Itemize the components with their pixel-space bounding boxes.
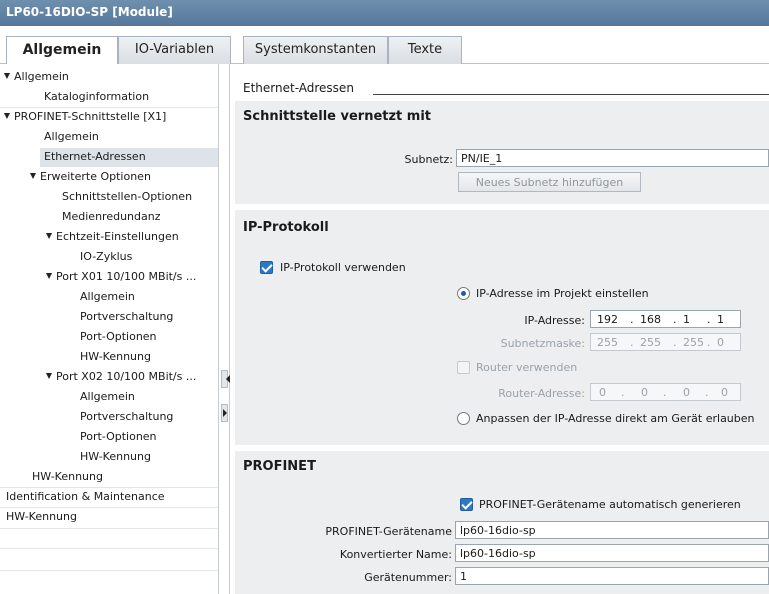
tree-item-port-x02-allgemein[interactable]: Allgemein [80,388,135,407]
mask-octet-1: 255 [597,336,618,349]
expand-arrow-icon[interactable] [46,233,52,239]
router-octet-4: 0 [721,386,728,399]
tree-item-allgemein[interactable]: Allgemein [4,68,69,87]
expand-arrow-icon[interactable] [4,113,10,119]
use-ip-checkbox[interactable] [260,261,273,274]
octet-separator: . [673,336,677,349]
ip-protocol-panel: IP-Protokoll IP-Protokoll verwenden IP-A… [235,210,769,445]
collapse-left-handle[interactable] [221,370,230,388]
tree-item-hw-kennung[interactable]: HW-Kennung [6,508,77,527]
tree-item-port-x01-hw-kennung[interactable]: HW-Kennung [80,348,151,367]
subnet-field[interactable]: PN/IE_1 [456,149,769,167]
use-ip-label: IP-Protokoll verwenden [280,261,406,274]
tree-item-echtzeit-einstellungen[interactable]: Echtzeit-Einstellungen [46,228,179,247]
mask-octet-4: 0 [717,336,724,349]
expand-arrow-icon[interactable] [46,273,52,279]
ip-octet-3: 1 [683,313,690,326]
device-number-field[interactable]: 1 [455,567,769,585]
octet-separator: . [705,386,709,399]
ip-on-device-radio[interactable] [457,412,470,425]
tree-item-erweiterte-optionen[interactable]: Erweiterte Optionen [30,168,151,187]
window-title: LP60-16DIO-SP [Module] [0,0,769,26]
ip-octet-2: 168 [640,313,661,326]
ip-panel-title: IP-Protokoll [243,220,329,235]
converted-name-field: lp60-16dio-sp [455,544,769,562]
mask-octet-2: 255 [640,336,661,349]
octet-separator: . [621,386,625,399]
device-name-label: PROFINET-Gerätename [325,525,452,538]
tab-io-variablen[interactable]: IO-Variablen [118,36,231,64]
ip-address-label: IP-Adresse: [524,314,585,327]
tab-texte[interactable]: Texte [388,36,462,64]
router-address-label: Router-Adresse: [498,387,585,400]
arrow-right-icon [223,409,227,417]
network-panel: Schnittstelle vernetzt mit Subnetz: PN/I… [235,101,769,204]
octet-separator: . [707,336,711,349]
tree-item-port-x02[interactable]: Port X02 10/100 MBit/s ... [46,368,196,387]
pane-splitter[interactable] [218,64,230,594]
tree-item-profinet-schnittstelle[interactable]: PROFINET-Schnittstelle [X1] [4,108,166,127]
expand-arrow-icon[interactable] [30,173,36,179]
navigation-tree: Allgemein Kataloginformation PROFINET-Sc… [0,64,218,594]
subnet-mask-label: Subnetzmaske: [500,337,585,350]
subnet-label: Subnetz: [404,153,453,166]
octet-separator: . [707,313,711,326]
auto-name-checkbox[interactable] [460,498,473,511]
converted-name-label: Konvertierter Name: [339,548,452,561]
ip-on-device-label: Anpassen der IP-Adresse direkt am Gerät … [476,412,755,425]
network-panel-title: Schnittstelle vernetzt mit [243,109,431,124]
expand-arrow-icon[interactable] [46,373,52,379]
tree-item-port-x01-port-optionen[interactable]: Port-Optionen [80,328,157,347]
mask-octet-3: 255 [683,336,704,349]
tab-systemkonstanten[interactable]: Systemkonstanten [243,36,388,64]
ip-octet-1: 192 [597,313,618,326]
tree-item-port-x01[interactable]: Port X01 10/100 MBit/s ... [46,268,196,287]
router-address-field[interactable]: 0 . 0 . 0 . 0 [590,383,741,401]
ip-address-field[interactable]: 192 . 168 . 1 . 1 [590,310,741,328]
use-router-label: Router verwenden [476,361,578,374]
use-router-checkbox[interactable] [457,361,470,374]
subnet-mask-field[interactable]: 255 . 255 . 255 . 0 [590,333,741,351]
octet-separator: . [630,336,634,349]
tree-item-kataloginformation[interactable]: Kataloginformation [44,88,149,107]
tree-separator [0,528,218,529]
ip-in-project-label: IP-Adresse im Projekt einstellen [476,287,649,300]
profinet-panel: PROFINET PROFINET-Gerätename automatisch… [235,451,769,594]
tree-item-io-zyklus[interactable]: IO-Zyklus [80,248,132,267]
tree-item-schnittstellen-optionen[interactable]: Schnittstellen-Optionen [62,188,192,207]
tree-item-port-x02-portverschaltung[interactable]: Portverschaltung [80,408,173,427]
tree-item-port-x02-hw-kennung[interactable]: HW-Kennung [80,448,151,467]
profinet-panel-title: PROFINET [243,459,316,474]
properties-content: Ethernet-Adressen Schnittstelle vernetzt… [230,64,769,594]
tree-item-hw-kennung-interface[interactable]: HW-Kennung [32,468,103,487]
ip-in-project-radio[interactable] [457,287,470,300]
tree-item-medienredundanz[interactable]: Medienredundanz [62,208,160,227]
router-octet-2: 0 [641,386,648,399]
tree-item-ethernet-adressen[interactable]: Ethernet-Adressen [40,148,218,167]
tab-allgemein[interactable]: Allgemein [6,36,118,65]
octet-separator: . [663,386,667,399]
router-octet-3: 0 [683,386,690,399]
tree-item-identification-maintenance[interactable]: Identification & Maintenance [6,488,165,507]
device-number-label: Gerätenummer: [364,571,452,584]
octet-separator: . [673,313,677,326]
section-heading: Ethernet-Adressen [243,81,354,95]
octet-separator: . [630,313,634,326]
expand-right-handle[interactable] [221,404,228,422]
tree-separator [0,548,218,549]
ip-octet-4: 1 [717,313,724,326]
tab-strip: Allgemein IO-Variablen Systemkonstanten … [0,26,769,65]
tree-item-port-x02-port-optionen[interactable]: Port-Optionen [80,428,157,447]
auto-name-label: PROFINET-Gerätename automatisch generier… [479,498,741,511]
device-name-field[interactable]: lp60-16dio-sp [455,521,769,539]
tree-item-port-x01-portverschaltung[interactable]: Portverschaltung [80,308,173,327]
router-octet-1: 0 [599,386,606,399]
tree-separator [0,570,218,571]
tree-item-allgemein-2[interactable]: Allgemein [44,128,99,147]
tree-item-port-x01-allgemein[interactable]: Allgemein [80,288,135,307]
heading-rule [373,94,769,95]
add-subnet-button[interactable]: Neues Subnetz hinzufügen [458,172,641,192]
expand-arrow-icon[interactable] [4,73,10,79]
